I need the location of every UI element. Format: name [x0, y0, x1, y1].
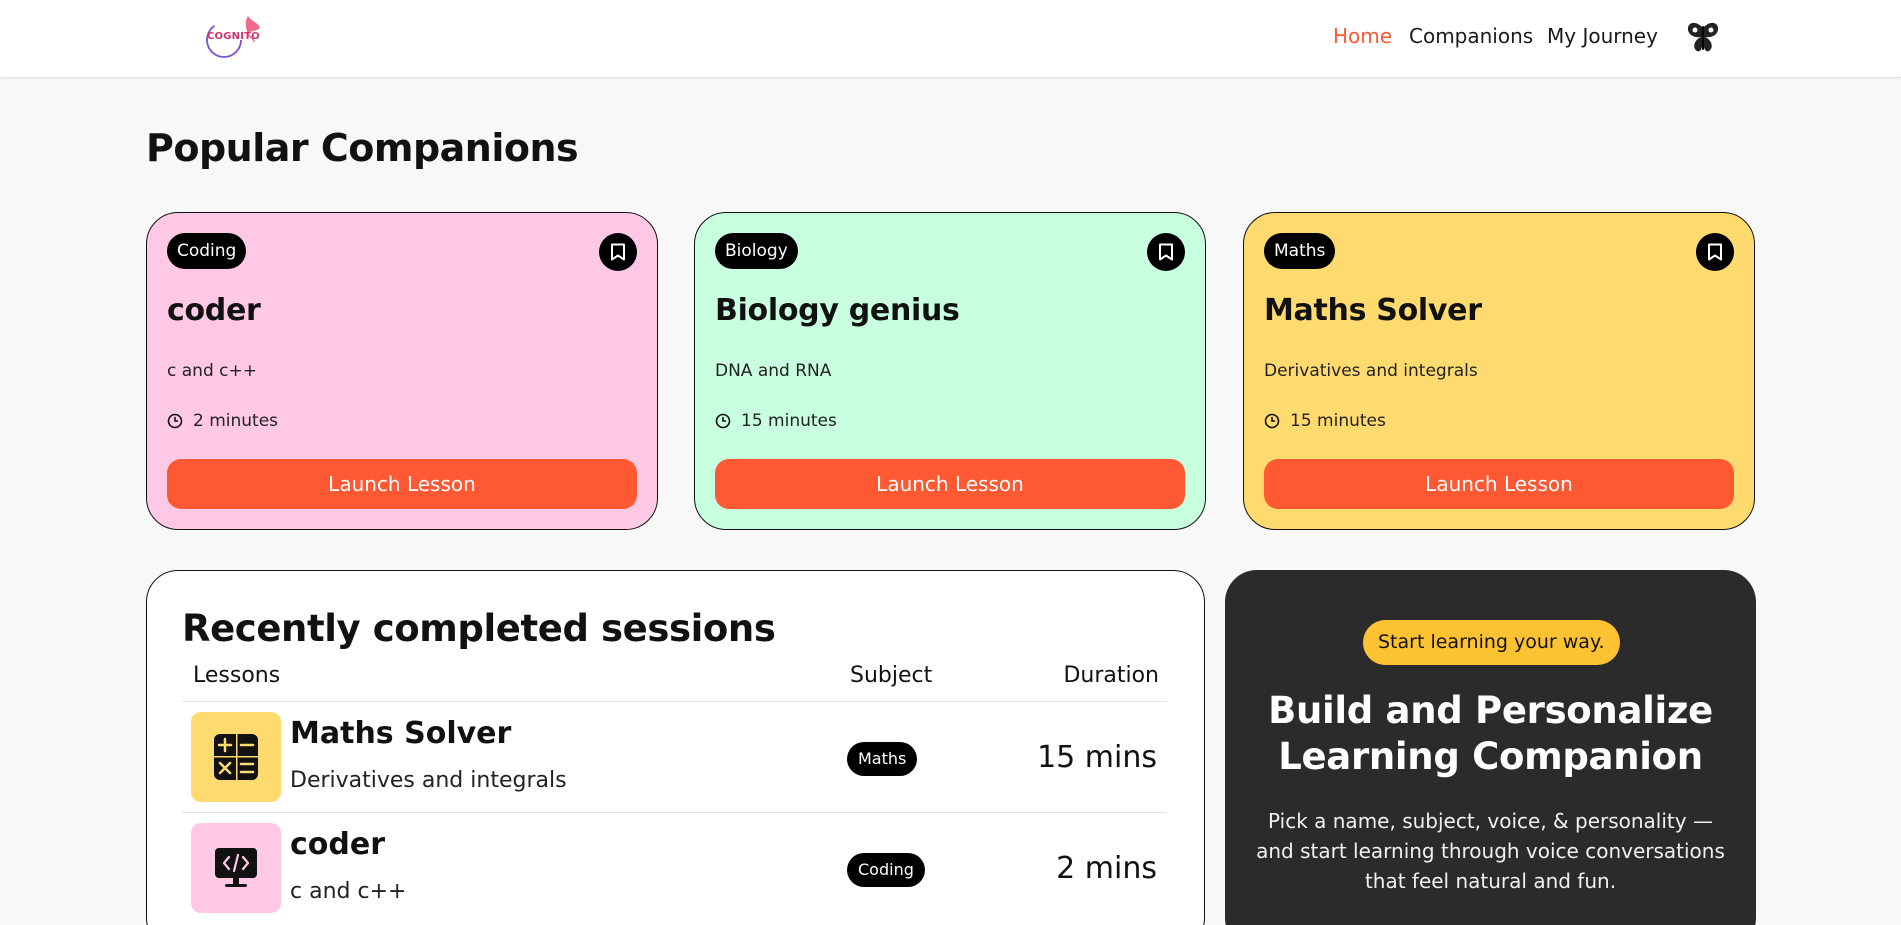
cognito-logo[interactable]: COGNITO	[202, 12, 266, 60]
companion-topic: Derivatives and integrals	[1264, 361, 1478, 381]
companion-name: coder	[167, 293, 261, 328]
bookmark-icon	[1708, 243, 1722, 261]
lesson-duration: 15 mins	[1037, 740, 1157, 775]
user-avatar[interactable]	[1686, 18, 1720, 56]
companion-name: Biology genius	[715, 293, 960, 328]
lesson-name: coder	[290, 827, 386, 862]
calculator-icon	[191, 712, 281, 802]
cta-badge: Start learning your way.	[1363, 620, 1620, 665]
header-duration: Duration	[1063, 663, 1159, 688]
subject-badge: Coding	[167, 233, 247, 269]
logo-text: COGNITO	[207, 31, 260, 42]
nav-my-journey[interactable]: My Journey	[1547, 24, 1658, 48]
companion-topic: DNA and RNA	[715, 361, 832, 381]
lesson-duration: 2 mins	[1056, 851, 1157, 886]
butterfly-icon	[1687, 22, 1719, 52]
nav-home[interactable]: Home	[1333, 24, 1392, 48]
navbar: COGNITO Home Companions My Journey	[0, 0, 1901, 78]
companion-name: Maths Solver	[1264, 293, 1482, 328]
lesson-topic: Derivatives and integrals	[290, 768, 567, 793]
companion-duration: 15 minutes	[715, 411, 837, 431]
bookmark-button[interactable]	[1147, 233, 1185, 271]
lesson-topic: c and c++	[290, 879, 407, 904]
page-title: Popular Companions	[146, 126, 579, 170]
duration-text: 2 minutes	[193, 411, 279, 431]
launch-lesson-button[interactable]: Launch Lesson	[167, 459, 637, 509]
duration-text: 15 minutes	[1290, 411, 1386, 431]
launch-lesson-button[interactable]: Launch Lesson	[715, 459, 1185, 509]
table-row[interactable]: coder c and c++ Coding 2 mins	[182, 813, 1167, 923]
bookmark-button[interactable]	[599, 233, 637, 271]
companion-duration: 2 minutes	[167, 411, 278, 431]
header-subject: Subject	[850, 663, 933, 688]
duration-text: 15 minutes	[741, 411, 837, 431]
table-row[interactable]: Maths Solver Derivatives and integrals M…	[182, 702, 1167, 812]
bookmark-icon	[1159, 243, 1173, 261]
code-monitor-icon	[191, 823, 281, 913]
cta-title: Build and Personalize Learning Companion	[1225, 688, 1756, 780]
bookmark-icon	[611, 243, 625, 261]
recent-sessions-panel: Recently completed sessions Lessons Subj…	[146, 570, 1205, 925]
header-lessons: Lessons	[193, 663, 281, 688]
companion-card-maths-solver: Maths Maths Solver Derivatives and integ…	[1243, 212, 1755, 530]
subject-badge: Maths	[1264, 233, 1336, 269]
clock-icon	[1264, 413, 1280, 429]
companion-topic: c and c++	[167, 361, 257, 381]
build-companion-cta: Start learning your way. Build and Perso…	[1225, 570, 1756, 925]
cta-description: Pick a name, subject, voice, & personali…	[1256, 809, 1725, 893]
clock-icon	[715, 413, 731, 429]
subject-badge: Maths	[847, 742, 918, 776]
subject-badge: Biology	[715, 233, 798, 269]
companion-duration: 15 minutes	[1264, 411, 1386, 431]
subject-badge: Coding	[847, 853, 925, 887]
recent-sessions-title: Recently completed sessions	[182, 607, 776, 650]
clock-icon	[167, 413, 183, 429]
companion-card-biology-genius: Biology Biology genius DNA and RNA 15 mi…	[694, 212, 1206, 530]
cta-title-line-1: Build and Personalize	[1268, 689, 1713, 732]
launch-lesson-button[interactable]: Launch Lesson	[1264, 459, 1734, 509]
companion-card-coder: Coding coder c and c++ 2 minutes Launch …	[146, 212, 658, 530]
lesson-name: Maths Solver	[290, 716, 512, 751]
cta-title-line-2: Learning Companion	[1278, 735, 1703, 778]
bookmark-button[interactable]	[1696, 233, 1734, 271]
nav-companions[interactable]: Companions	[1409, 24, 1533, 48]
